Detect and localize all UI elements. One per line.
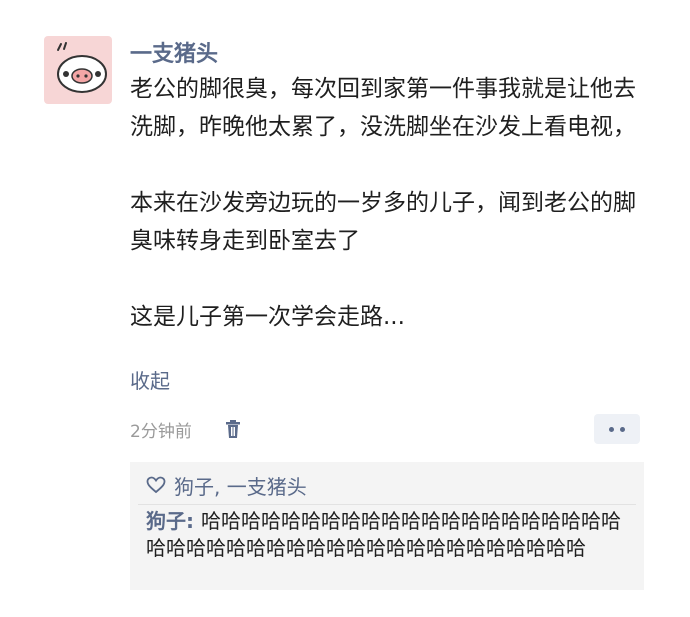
more-dots-icon <box>620 426 625 432</box>
likes-names[interactable]: 狗子, 一支猪头 <box>174 471 307 500</box>
comment-section: 狗子, 一支猪头 狗子: 哈哈哈哈哈哈哈哈哈哈哈哈哈哈哈哈哈哈哈哈哈哈哈哈哈哈哈… <box>130 462 644 590</box>
divider <box>138 504 636 505</box>
comment-item[interactable]: 狗子: 哈哈哈哈哈哈哈哈哈哈哈哈哈哈哈哈哈哈哈哈哈哈哈哈哈哈哈哈哈哈哈哈哈哈哈哈… <box>146 508 636 562</box>
post-paragraph: 老公的脚很臭，每次回到家第一件事我就是让他去洗脚，昨晚他太累了，没洗脚坐在沙发上… <box>130 76 636 140</box>
pig-face-icon <box>57 42 107 93</box>
likes-row: 狗子, 一支猪头 <box>146 470 307 500</box>
avatar[interactable] <box>44 36 112 104</box>
comment-author[interactable]: 狗子 <box>146 509 186 533</box>
collapse-link[interactable]: 收起 <box>130 365 170 394</box>
more-dots-icon <box>609 426 614 432</box>
comment-text: 哈哈哈哈哈哈哈哈哈哈哈哈哈哈哈哈哈哈哈哈哈哈哈哈哈哈哈哈哈哈哈哈哈哈哈哈哈哈哈哈… <box>146 509 621 560</box>
post-timestamp: 2分钟前 <box>130 422 192 442</box>
post-paragraph: 本来在沙发旁边玩的一岁多的儿子，闻到老公的脚臭味转身走到卧室去了 <box>130 190 636 254</box>
comment-separator: : <box>186 509 201 533</box>
heart-outline-icon[interactable] <box>146 476 166 494</box>
post-content: 老公的脚很臭，每次回到家第一件事我就是让他去洗脚，昨晚他太累了，没洗脚坐在沙发上… <box>130 70 640 336</box>
more-button[interactable] <box>594 414 640 444</box>
post-paragraph: 这是儿子第一次学会走路... <box>130 304 405 330</box>
trash-icon <box>226 420 240 438</box>
delete-button[interactable] <box>222 418 244 440</box>
post-author[interactable]: 一支猪头 <box>130 36 218 68</box>
